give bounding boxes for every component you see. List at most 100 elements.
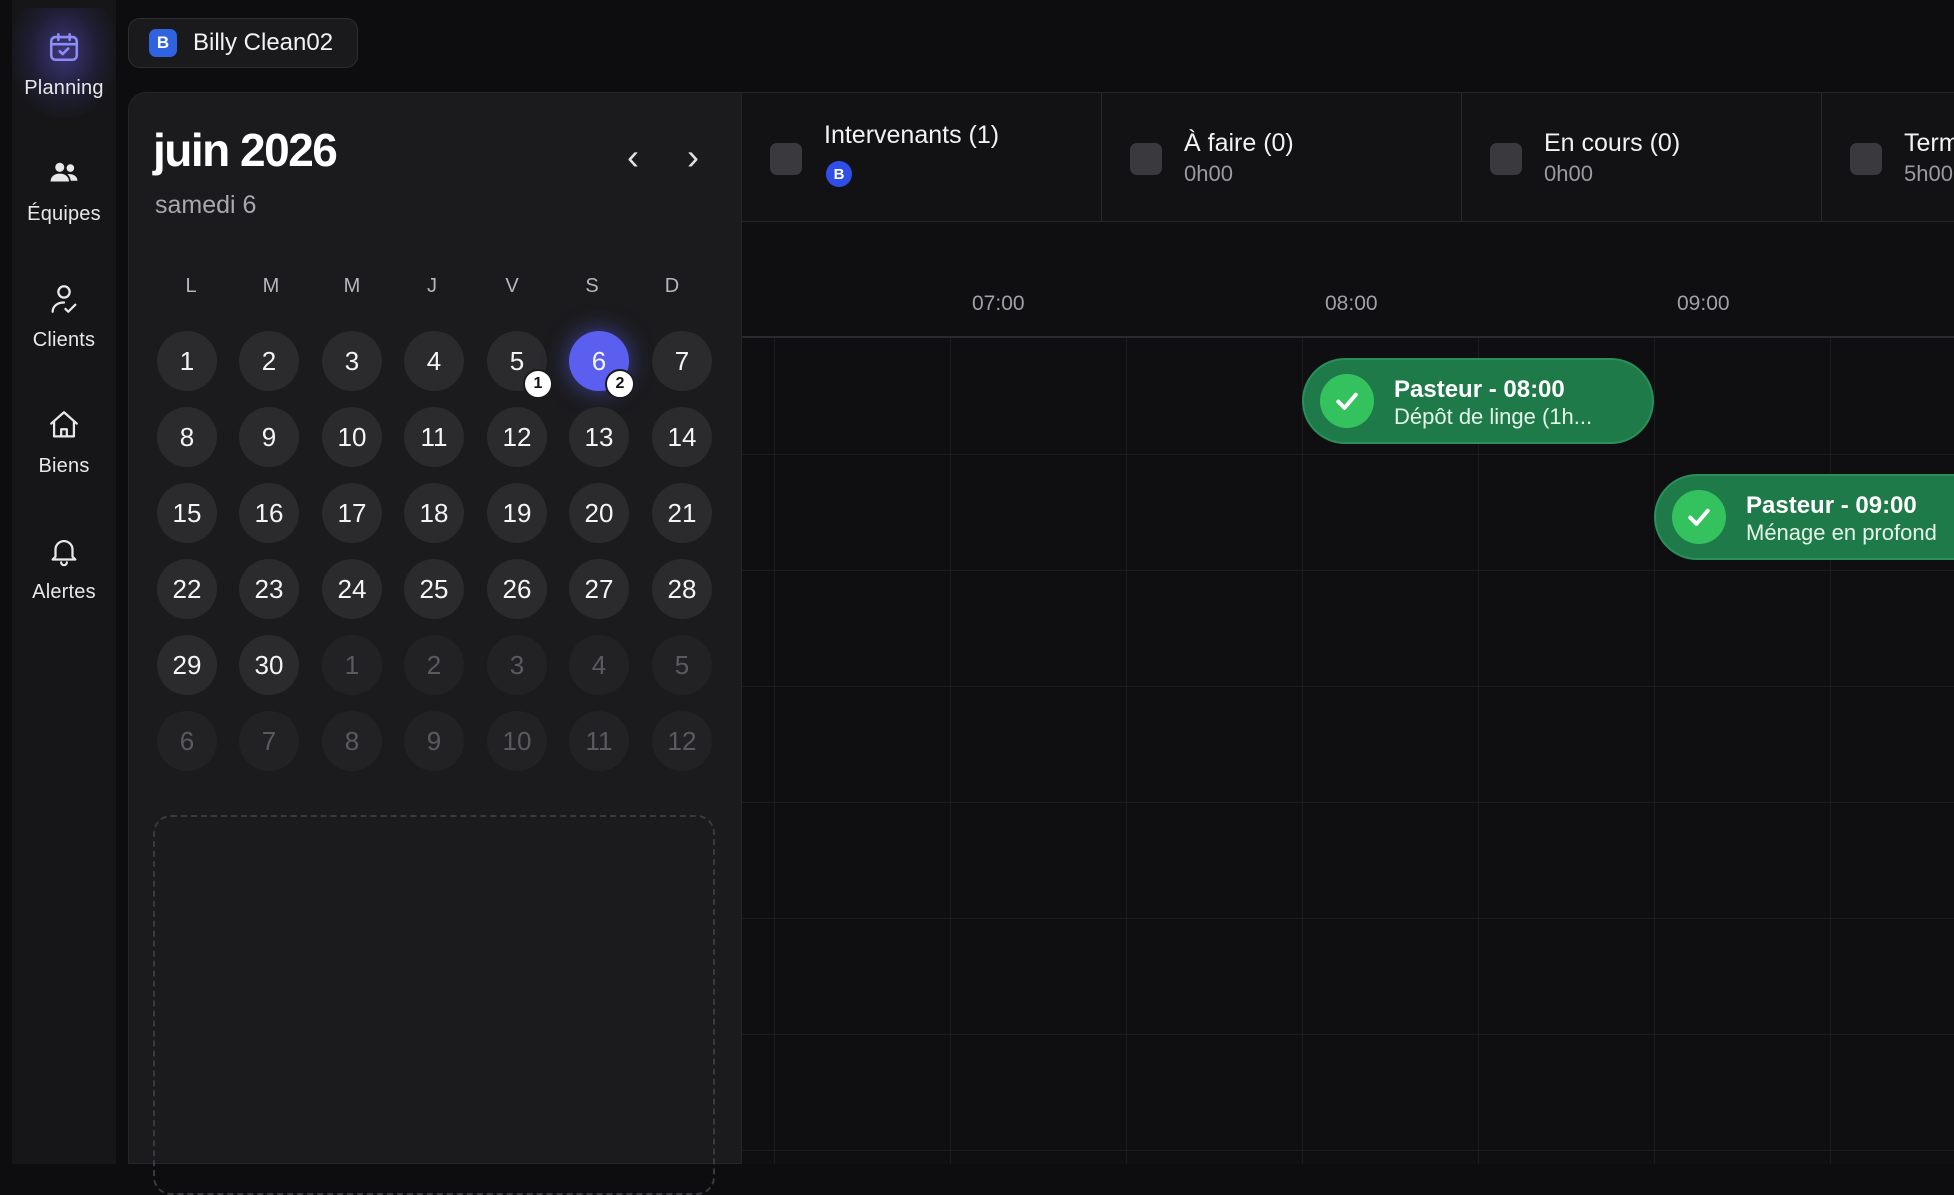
calendar-day-outside[interactable]: 1 bbox=[322, 635, 382, 695]
calendar-day-outside[interactable]: 5 bbox=[652, 635, 712, 695]
calendar-day-outside[interactable]: 3 bbox=[487, 635, 547, 695]
task-count-badge: 2 bbox=[605, 369, 635, 399]
calendar-day[interactable]: 22 bbox=[157, 559, 217, 619]
calendar-day[interactable]: 9 bbox=[239, 407, 299, 467]
weekday-label: V bbox=[505, 275, 519, 297]
calendar-day[interactable]: 7 bbox=[652, 331, 712, 391]
status-card-intervenants[interactable]: Intervenants (1) B bbox=[742, 93, 1102, 221]
termine-checkbox[interactable] bbox=[1850, 143, 1882, 175]
calendar-day-outside[interactable]: 12 bbox=[652, 711, 712, 771]
event-title: Pasteur - 09:00 bbox=[1746, 492, 1917, 519]
sidebar-item-alertes[interactable]: Alertes bbox=[12, 512, 116, 622]
grid-line bbox=[742, 686, 1954, 687]
sidebar-item-biens[interactable]: Biens bbox=[12, 386, 116, 496]
event-card[interactable]: Pasteur - 08:00 Dépôt de linge (1h... bbox=[1302, 358, 1654, 444]
calendar-day[interactable]: 30 bbox=[239, 635, 299, 695]
timeline[interactable]: 07:00 08:00 09:00 Pasteur - 08:00 Dépôt … bbox=[742, 222, 1954, 1164]
workspace-selector[interactable]: B Billy Clean02 bbox=[128, 18, 358, 68]
status-duration: 5h00 bbox=[1904, 161, 1953, 186]
home-icon bbox=[44, 405, 84, 445]
calendar-day-outside[interactable]: 7 bbox=[239, 711, 299, 771]
prev-month-button[interactable]: ‹ bbox=[613, 136, 653, 177]
calendar-day-outside[interactable]: 6 bbox=[157, 711, 217, 771]
sidebar-item-label: Biens bbox=[38, 454, 90, 477]
calendar-day[interactable]: 2 bbox=[239, 331, 299, 391]
calendar-day[interactable]: 23 bbox=[239, 559, 299, 619]
calendar-day[interactable]: 24 bbox=[322, 559, 382, 619]
intervenants-checkbox[interactable] bbox=[770, 143, 802, 175]
weekday-label: L bbox=[185, 275, 197, 297]
grid-line bbox=[1478, 338, 1479, 1164]
calendar-day-outside[interactable]: 9 bbox=[404, 711, 464, 771]
status-title: En cours (0) bbox=[1544, 129, 1681, 157]
calendar-day[interactable]: 27 bbox=[569, 559, 629, 619]
calendar-day[interactable]: 18 bbox=[404, 483, 464, 543]
calendar-day[interactable]: 3 bbox=[322, 331, 382, 391]
day-number: 6 bbox=[591, 345, 607, 376]
status-card-en-cours[interactable]: En cours (0) 0h00 bbox=[1462, 93, 1822, 221]
event-card[interactable]: Pasteur - 09:00 Ménage en profond bbox=[1654, 474, 1954, 560]
status-title: Intervenants (1) bbox=[824, 121, 1000, 149]
calendar-day-outside[interactable]: 8 bbox=[322, 711, 382, 771]
calendar-day[interactable]: 11 bbox=[404, 407, 464, 467]
calendar-day[interactable]: 13 bbox=[569, 407, 629, 467]
check-icon bbox=[1672, 490, 1726, 544]
sidebar-item-label: Équipes bbox=[27, 202, 101, 225]
weekday-label: J bbox=[427, 275, 437, 297]
weekday-label: D bbox=[664, 275, 680, 297]
grid-line bbox=[742, 1034, 1954, 1035]
hour-label: 08:00 bbox=[1325, 292, 1378, 315]
a-faire-checkbox[interactable] bbox=[1130, 143, 1162, 175]
grid-line bbox=[1830, 338, 1831, 1164]
event-title: Pasteur - 08:00 bbox=[1394, 376, 1565, 403]
grid-line bbox=[774, 338, 775, 1164]
weekday-label: M bbox=[262, 275, 280, 297]
calendar-day-selected[interactable]: 6 2 bbox=[569, 331, 635, 399]
calendar-day-outside[interactable]: 2 bbox=[404, 635, 464, 695]
calendar-day[interactable]: 8 bbox=[157, 407, 217, 467]
event-subtitle: Ménage en profond bbox=[1746, 520, 1937, 545]
calendar-day[interactable]: 26 bbox=[487, 559, 547, 619]
sidebar-item-label: Alertes bbox=[32, 580, 96, 603]
calendar-day[interactable]: 20 bbox=[569, 483, 629, 543]
calendar-day[interactable]: 4 bbox=[404, 331, 464, 391]
hour-label: 09:00 bbox=[1677, 292, 1730, 315]
calendar-day[interactable]: 21 bbox=[652, 483, 712, 543]
calendar-day[interactable]: 29 bbox=[157, 635, 217, 695]
calendar-day[interactable]: 19 bbox=[487, 483, 547, 543]
calendar-day[interactable]: 14 bbox=[652, 407, 712, 467]
calendar-day[interactable]: 25 bbox=[404, 559, 464, 619]
calendar-panel: juin 2026 samedi 6 ‹ › L M M J V S D 1 2… bbox=[128, 92, 742, 1195]
calendar-day[interactable]: 1 bbox=[157, 331, 217, 391]
calendar-day[interactable]: 16 bbox=[239, 483, 299, 543]
sidebar-item-clients[interactable]: Clients bbox=[12, 260, 116, 370]
calendar-day-5[interactable]: 5 1 bbox=[487, 331, 553, 399]
calendar-day-outside[interactable]: 4 bbox=[569, 635, 629, 695]
check-icon bbox=[1320, 374, 1374, 428]
sidebar-item-equipes[interactable]: Équipes bbox=[12, 134, 116, 244]
calendar-day-outside[interactable]: 10 bbox=[487, 711, 547, 771]
grid-line bbox=[742, 454, 1954, 455]
client-icon bbox=[44, 279, 84, 319]
calendar-day[interactable]: 15 bbox=[157, 483, 217, 543]
next-month-button[interactable]: › bbox=[673, 136, 713, 177]
calendar-day[interactable]: 10 bbox=[322, 407, 382, 467]
calendar-day-outside[interactable]: 11 bbox=[569, 711, 629, 771]
status-duration: 0h00 bbox=[1544, 161, 1593, 186]
grid-line bbox=[950, 338, 951, 1164]
calendar-day[interactable]: 12 bbox=[487, 407, 547, 467]
calendar-day[interactable]: 28 bbox=[652, 559, 712, 619]
status-title: À faire (0) bbox=[1184, 129, 1294, 157]
grid-line bbox=[742, 570, 1954, 571]
sidebar-item-planning[interactable]: Planning bbox=[12, 8, 116, 118]
calendar-day[interactable]: 17 bbox=[322, 483, 382, 543]
status-card-termine[interactable]: Term 5h00 bbox=[1822, 93, 1954, 221]
en-cours-checkbox[interactable] bbox=[1490, 143, 1522, 175]
selected-day-label: samedi 6 bbox=[155, 191, 257, 219]
grid-line bbox=[1654, 338, 1655, 1164]
task-dropzone[interactable] bbox=[153, 815, 715, 1195]
time-axis bbox=[742, 336, 1954, 338]
status-card-a-faire[interactable]: À faire (0) 0h00 bbox=[1102, 93, 1462, 221]
sidebar-item-label: Clients bbox=[32, 328, 96, 351]
weekday-label: M bbox=[343, 275, 361, 297]
